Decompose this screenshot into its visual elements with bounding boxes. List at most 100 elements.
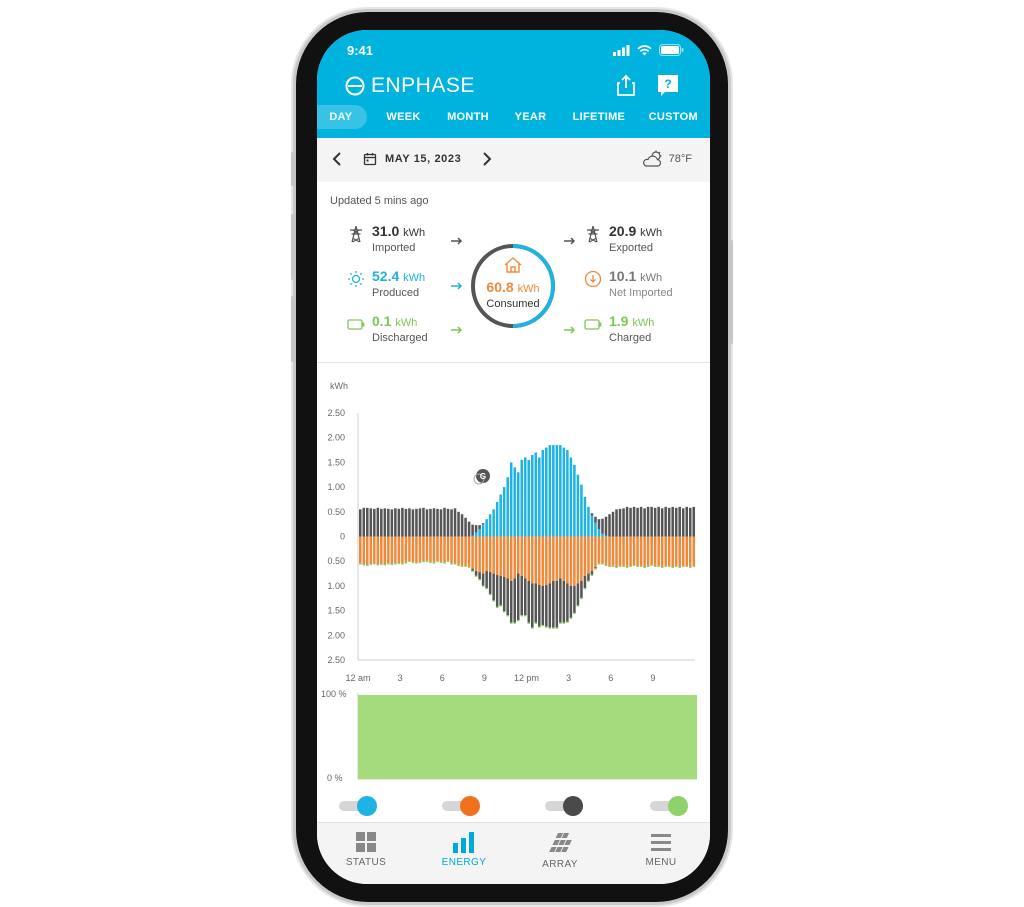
consumption-bar <box>492 536 495 574</box>
consumption-bar <box>653 536 657 567</box>
chevron-left-icon[interactable] <box>329 150 345 168</box>
battery-tip <box>636 565 639 568</box>
grid-import-bar <box>674 507 678 537</box>
status-grid-icon <box>356 832 376 852</box>
consumption-bar <box>467 536 471 568</box>
grid-export-bar <box>548 583 552 628</box>
chart-ylabel: kWh <box>330 381 348 391</box>
consumption-bar <box>552 536 555 581</box>
consumption-bar <box>373 536 376 564</box>
phone-side-button <box>291 152 296 186</box>
grid-export-bar <box>534 583 538 623</box>
date-picker[interactable]: MAY 15, 2023 <box>363 152 461 166</box>
share-icon[interactable] <box>613 72 639 98</box>
grid-import-bar <box>650 506 653 537</box>
consumption-bar <box>509 536 513 581</box>
charged-label: Charged <box>609 332 652 344</box>
battery-tip <box>604 564 608 567</box>
battery-tip <box>587 580 590 582</box>
generator-marker-label: G <box>480 472 486 481</box>
consumption-bar <box>439 536 443 563</box>
nav-energy[interactable]: ENERGY <box>424 831 504 868</box>
consumption-bar <box>369 536 373 565</box>
grid-export-bar <box>520 576 524 616</box>
x-tick-label: 6 <box>440 673 445 683</box>
grid-export-bar <box>576 583 580 606</box>
grid-import-bar <box>615 509 618 537</box>
help-icon[interactable]: ? <box>655 72 681 98</box>
battery-tip <box>457 564 460 567</box>
battery-tip <box>446 560 450 563</box>
energy-chart[interactable]: kWh 2.50 2.00 1.50 1.00 0.50 0 0.50 1.00 1.50 2.0… <box>317 375 710 685</box>
net-imported-label: Net Imported <box>609 287 673 299</box>
battery-tip <box>471 570 474 572</box>
nav-menu[interactable]: MENU <box>621 831 701 868</box>
consumption-bar <box>604 536 608 566</box>
consumption-bar <box>453 536 457 564</box>
battery-tip <box>380 563 383 566</box>
wifi-icon <box>637 44 652 55</box>
grid-import-bar <box>601 518 604 534</box>
battery-tip <box>527 622 531 624</box>
solar-bar <box>601 533 604 537</box>
section-divider <box>317 362 710 363</box>
battery-tip <box>485 587 488 590</box>
grid-import-bar <box>411 509 415 537</box>
grid-import-bar <box>436 508 439 537</box>
battery-tip <box>615 566 618 569</box>
toggle-solar[interactable] <box>339 796 377 816</box>
phone-side-button <box>291 214 296 280</box>
battery-tip <box>632 564 636 567</box>
battery-tip <box>685 565 688 568</box>
exported-value: 20.9 <box>609 223 637 239</box>
date-bar: MAY 15, 2023 78°F <box>317 138 710 182</box>
solar-bar <box>587 506 590 537</box>
consumption-bar <box>432 536 436 563</box>
grid-import-bar <box>622 508 625 537</box>
y-tick-label: 0 <box>340 532 345 542</box>
soc-tick-label: 100 % <box>321 689 347 699</box>
battery-tip <box>411 561 415 564</box>
tab-day[interactable]: DAY <box>317 105 367 129</box>
battery-soc-chart[interactable]: 100 % 0 % <box>317 685 710 785</box>
y-tick-label: 2.50 <box>327 408 345 418</box>
tab-lifetime[interactable]: LIFETIME <box>561 105 636 129</box>
tab-month[interactable]: MONTH <box>436 105 499 129</box>
menu-icon <box>651 834 671 851</box>
battery-tip <box>509 622 513 624</box>
nav-array[interactable]: ARRAY <box>520 831 600 870</box>
updated-text: Updated 5 mins ago <box>330 195 429 207</box>
tab-week[interactable]: WEEK <box>371 105 436 129</box>
battery-tip <box>545 626 548 628</box>
toggle-grid[interactable] <box>545 796 583 816</box>
discharged-value: 0.1 <box>372 313 392 329</box>
y-tick-label: 2.00 <box>327 433 345 443</box>
grid-import-bar <box>660 508 664 537</box>
tab-custom[interactable]: CUSTOM <box>637 105 710 129</box>
chevron-right-icon[interactable] <box>479 150 495 168</box>
charged-value: 1.9 <box>609 313 629 329</box>
toggle-consumption[interactable] <box>442 796 480 816</box>
consumption-bar <box>418 536 422 563</box>
tab-year[interactable]: YEAR <box>500 105 562 129</box>
consumption-bar <box>534 536 538 584</box>
nav-status[interactable]: STATUS <box>326 831 406 868</box>
consumed-value: 60.8 <box>486 279 514 295</box>
x-tick-label: 6 <box>608 673 613 683</box>
consumption-bar <box>488 536 492 573</box>
battery-tip <box>671 566 674 569</box>
battery-tip <box>576 605 580 607</box>
battery-tip <box>573 612 576 614</box>
grid-import-bar <box>380 508 383 537</box>
consumption-bar <box>474 536 478 572</box>
grid-export-bar <box>562 580 566 623</box>
toggle-battery[interactable] <box>650 796 688 816</box>
energy-bars-icon <box>453 832 474 853</box>
grid-export-bar <box>485 571 488 589</box>
generator-marker[interactable]: G <box>473 469 490 485</box>
grid-import-bar <box>625 506 629 537</box>
arrow-right-icon <box>451 326 463 334</box>
battery-status-icon <box>659 44 684 56</box>
consumption-bar <box>359 536 362 564</box>
battery-tip <box>397 562 401 565</box>
